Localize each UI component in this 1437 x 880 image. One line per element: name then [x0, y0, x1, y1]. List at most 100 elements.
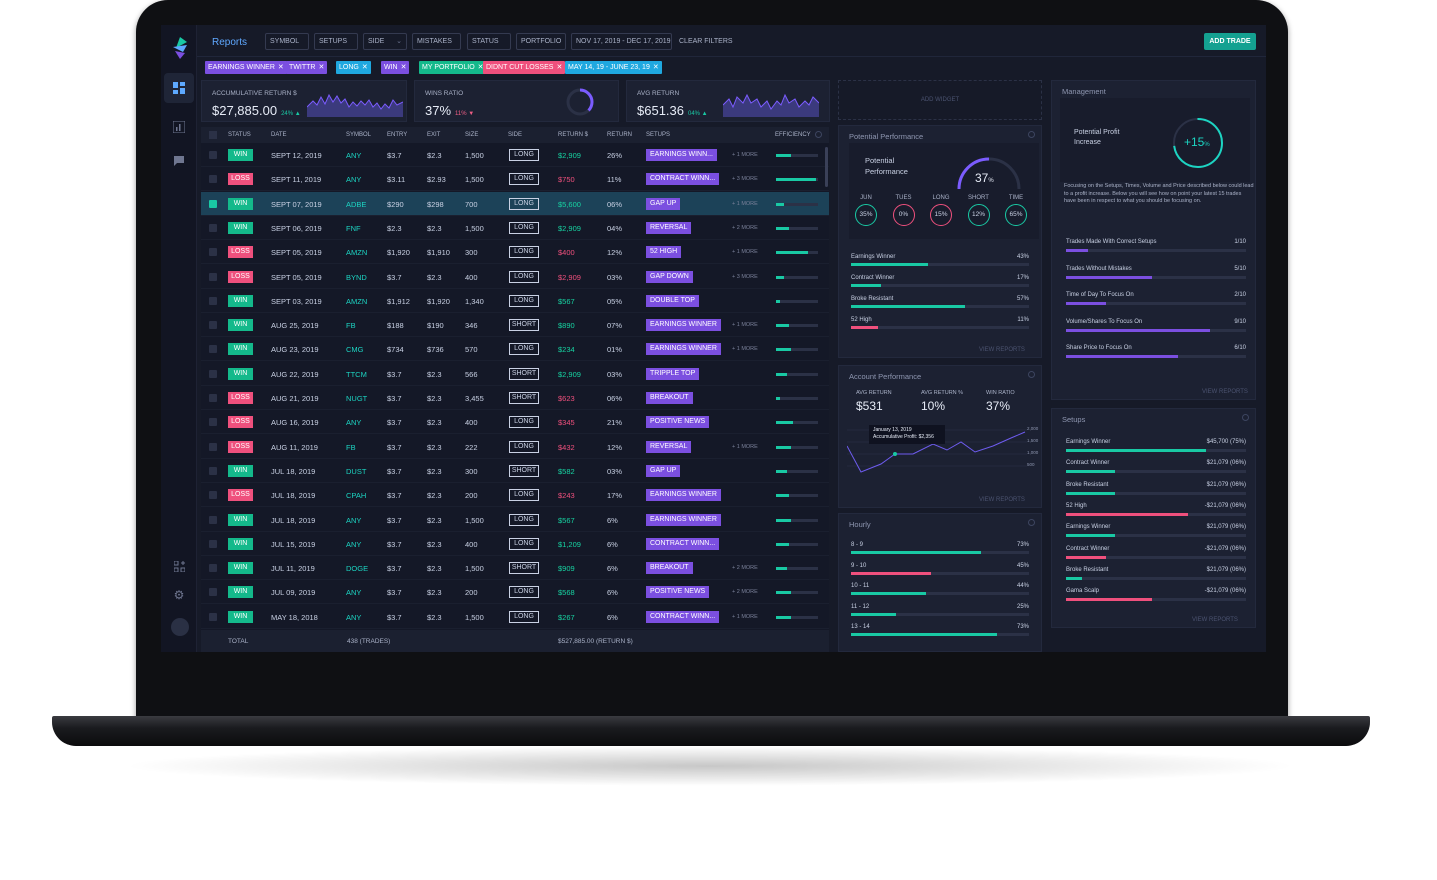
row-checkbox[interactable] [209, 515, 217, 524]
table-row[interactable]: WIN SEPT 03, 2019 AMZN $1,912 $1,920 1,340 LON… [201, 289, 829, 313]
gear-icon[interactable]: ⚙ [170, 586, 188, 604]
setup-tag[interactable]: GAP UP [646, 197, 681, 210]
setup-tag[interactable]: CONTRACT WINN... [646, 610, 720, 623]
filter-chip[interactable]: TWITTR ✕ [286, 61, 328, 74]
more-setups-link[interactable]: + 1 MORE [732, 322, 758, 328]
row-checkbox[interactable] [209, 418, 217, 427]
table-row[interactable]: LOSS SEPT 11, 2019 ANY $3.11 $2.93 1,500 LONG $… [201, 167, 829, 192]
reports-icon[interactable] [170, 118, 188, 136]
setup-tag[interactable]: POSITIVE NEWS [646, 586, 710, 599]
trade-symbol[interactable]: AMZN [346, 248, 367, 257]
table-row[interactable]: LOSS SEPT 05, 2019 BYND $3.7 $2.3 400 LONG $2,9… [201, 265, 829, 289]
table-row[interactable]: WIN SEPT 12, 2019 ANY $3.7 $2.3 1,500 LONG $2,9… [201, 143, 829, 167]
row-checkbox[interactable] [209, 345, 217, 354]
trade-symbol[interactable]: NUGT [346, 394, 367, 403]
row-checkbox[interactable] [209, 223, 217, 232]
remove-chip-icon[interactable]: ✕ [556, 64, 562, 71]
setup-tag[interactable]: CONTRACT WINN... [646, 173, 720, 186]
header-return-percent[interactable]: RETURN [607, 132, 632, 138]
trade-symbol[interactable]: ANY [346, 175, 361, 184]
trade-symbol[interactable]: FB [346, 321, 356, 330]
row-checkbox[interactable] [209, 199, 217, 208]
trade-symbol[interactable]: ANY [346, 540, 361, 549]
setup-tag[interactable]: TRIPPLE TOP [646, 367, 700, 380]
table-row[interactable]: LOSS SEPT 05, 2019 AMZN $1,920 $1,910 300 LONG… [201, 240, 829, 265]
chat-icon[interactable] [170, 152, 188, 170]
trade-symbol[interactable]: ANY [346, 516, 361, 525]
row-checkbox[interactable] [209, 588, 217, 597]
setup-tag[interactable]: 52 HIGH [646, 246, 682, 259]
setup-tag[interactable]: EARNINGS WINNER [646, 489, 721, 502]
table-row[interactable]: WIN JUL 18, 2019 ANY $3.7 $2.3 1,500 LONG $567 6… [201, 508, 829, 532]
remove-chip-icon[interactable]: ✕ [362, 64, 368, 71]
avatar[interactable] [171, 618, 189, 636]
more-setups-link[interactable]: + 1 MORE [732, 201, 758, 207]
table-row[interactable]: LOSS AUG 11, 2019 FB $3.7 $2.3 222 LONG $432 12%… [201, 435, 829, 459]
row-checkbox[interactable] [209, 539, 217, 548]
row-checkbox[interactable] [209, 296, 217, 305]
table-row[interactable]: WIN AUG 25, 2019 FB $188 $190 346 SHORT $890 07%… [201, 313, 829, 338]
filter-mistakes[interactable]: MISTAKES⌄ [412, 33, 461, 50]
filter-side[interactable]: SIDE ⌄ [363, 33, 407, 50]
row-checkbox[interactable] [209, 175, 217, 184]
table-row[interactable]: LOSS JUL 18, 2019 CPAH $3.7 $2.3 200 LONG $243 1… [201, 483, 829, 508]
trade-symbol[interactable]: ANY [346, 151, 361, 160]
table-row[interactable]: WIN JUL 15, 2019 ANY $3.7 $2.3 400 LONG $1,209 6… [201, 532, 829, 556]
view-reports-link[interactable]: VIEW REPORTS [1202, 389, 1248, 395]
row-checkbox[interactable] [209, 369, 217, 378]
trade-symbol[interactable]: ANY [346, 418, 361, 427]
more-setups-link[interactable]: + 2 MORE [732, 225, 758, 231]
setup-tag[interactable]: EARNINGS WINNER [646, 513, 721, 526]
filter-chip[interactable]: DIDNT CUT LOSSES ✕ [483, 61, 566, 74]
table-row[interactable]: LOSS AUG 16, 2019 ANY $3.7 $2.3 400 LONG $345 21… [201, 410, 829, 435]
select-all-checkbox[interactable] [209, 131, 217, 139]
add-trade-button[interactable]: ADD TRADE [1204, 33, 1256, 50]
remove-chip-icon[interactable]: ✕ [278, 64, 284, 71]
header-efficiency[interactable]: EFFICIENCY [775, 132, 811, 138]
remove-chip-icon[interactable]: ✕ [653, 64, 659, 71]
trade-symbol[interactable]: ANY [346, 613, 361, 622]
filter-chip[interactable]: WIN ✕ [381, 61, 410, 74]
remove-chip-icon[interactable]: ✕ [401, 64, 407, 71]
header-return-dollar[interactable]: RETURN $ [558, 132, 588, 138]
trade-symbol[interactable]: FB [346, 443, 356, 452]
setup-tag[interactable]: REVERSAL [646, 440, 692, 453]
setup-tag[interactable]: BREAKOUT [646, 392, 693, 404]
more-setups-link[interactable]: + 1 MORE [732, 249, 758, 255]
setup-tag[interactable]: DOUBLE TOP [646, 294, 699, 307]
row-checkbox[interactable] [209, 564, 217, 573]
header-date[interactable]: DATE [271, 132, 287, 138]
filter-chip[interactable]: MY PORTFOLIO ✕ [419, 61, 487, 74]
trade-symbol[interactable]: ANY [346, 588, 361, 597]
trade-symbol[interactable]: FNF [346, 224, 361, 233]
setup-tag[interactable]: REVERSAL [646, 221, 692, 234]
table-row[interactable]: LOSS AUG 21, 2019 NUGT $3.7 $2.3 3,455 SHORT $6… [201, 386, 829, 410]
row-checkbox[interactable] [209, 321, 217, 330]
setup-tag[interactable]: CONTRACT WINN... [646, 537, 720, 550]
table-row[interactable]: WIN JUL 18, 2019 DUST $3.7 $2.3 300 SHORT $582 0… [201, 459, 829, 483]
trade-symbol[interactable]: BYND [346, 273, 367, 282]
header-size[interactable]: SIZE [465, 132, 478, 138]
header-entry[interactable]: ENTRY [387, 132, 407, 138]
setup-tag[interactable]: EARNINGS WINNER [646, 343, 721, 356]
view-reports-link[interactable]: VIEW REPORTS [979, 497, 1025, 503]
add-widget-slot[interactable]: ADD WIDGET [838, 80, 1042, 120]
row-checkbox[interactable] [209, 272, 217, 281]
more-setups-link[interactable]: + 2 MORE [732, 589, 758, 595]
header-status[interactable]: STATUS [228, 132, 251, 138]
setup-tag[interactable]: GAP DOWN [646, 270, 693, 283]
view-reports-link[interactable]: VIEW REPORTS [979, 347, 1025, 353]
more-setups-link[interactable]: + 1 MORE [732, 152, 758, 158]
filter-status[interactable]: STATUS⌄ [467, 33, 511, 50]
panel-settings-icon[interactable] [1028, 519, 1035, 526]
trade-symbol[interactable]: CMG [346, 345, 364, 354]
filter-setups[interactable]: SETUPS⌄ [314, 33, 358, 50]
setup-tag[interactable]: EARNINGS WINN... [646, 149, 718, 161]
row-checkbox[interactable] [209, 442, 217, 451]
table-scrollbar[interactable] [825, 147, 828, 187]
row-checkbox[interactable] [209, 151, 217, 159]
table-row[interactable]: WIN AUG 22, 2019 TTCM $3.7 $2.3 566 SHORT $2,90… [201, 362, 829, 386]
table-settings-icon[interactable] [815, 131, 822, 138]
trade-symbol[interactable]: AMZN [346, 297, 367, 306]
row-checkbox[interactable] [209, 612, 217, 621]
